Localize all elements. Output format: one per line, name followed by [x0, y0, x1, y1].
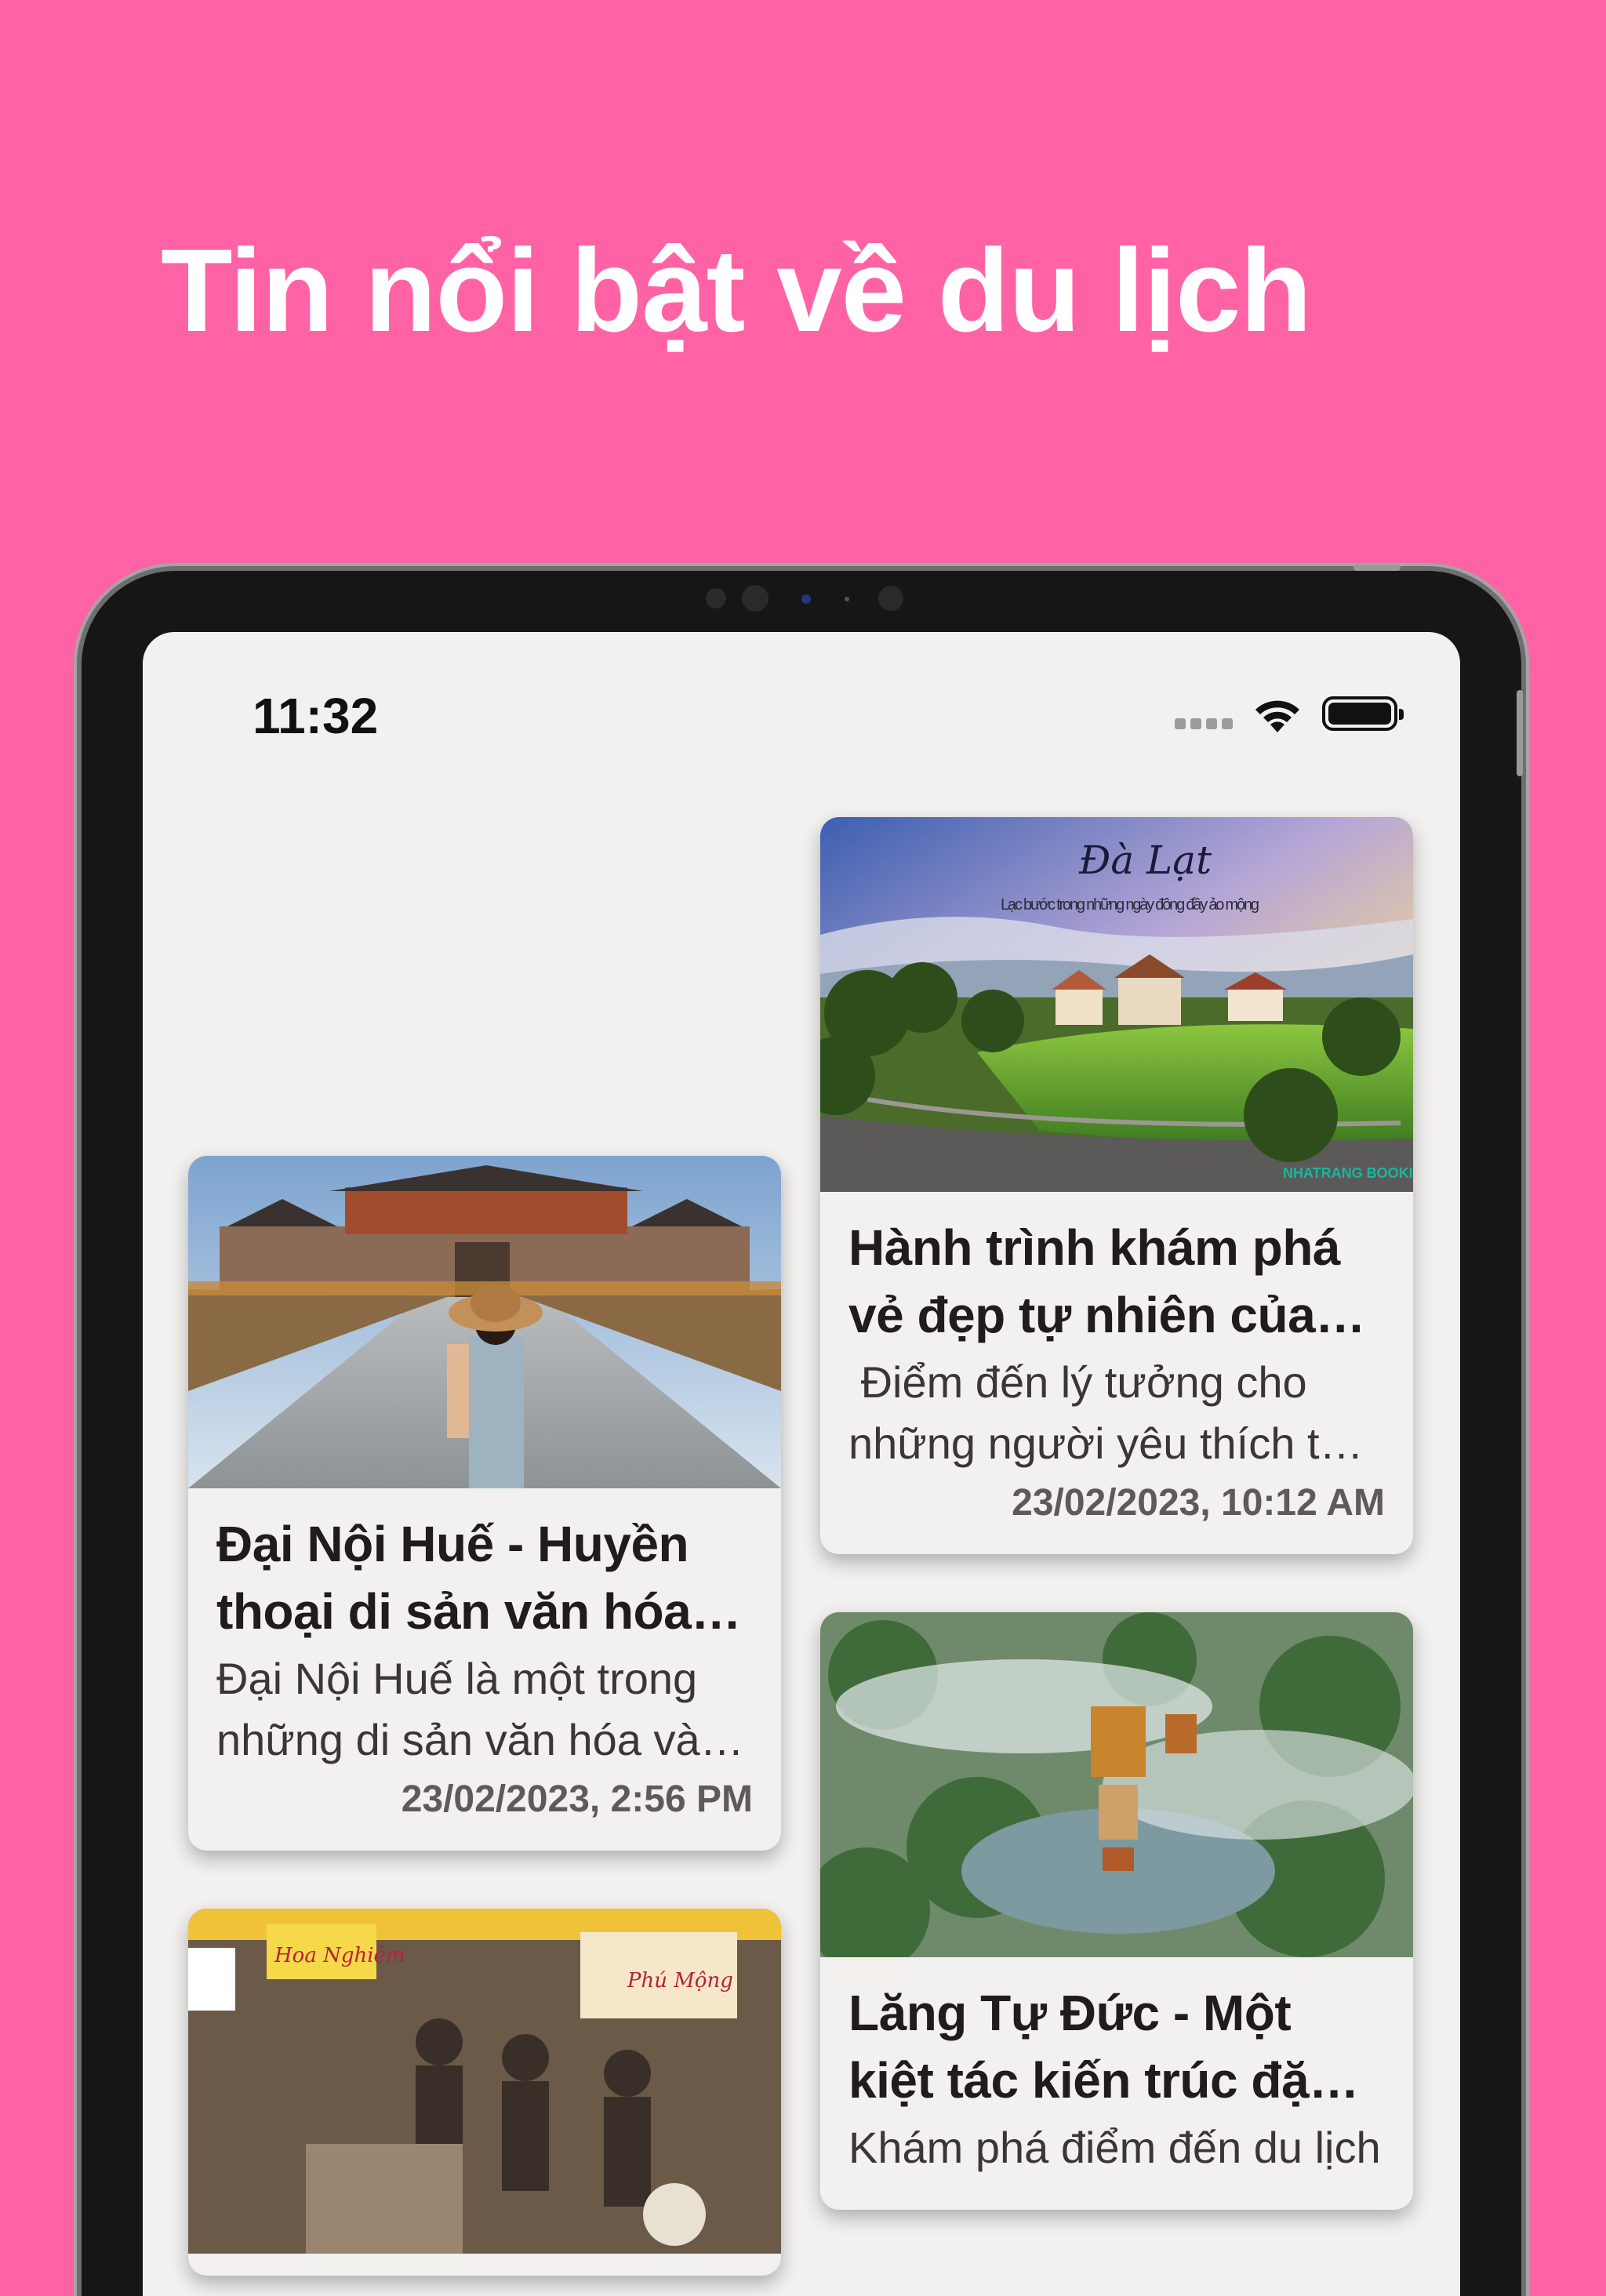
image-sign-text: Phú Mộng: [627, 1969, 733, 1993]
article-card-body: Hành trình khám phá vẻ đẹp tự nhiên của……: [820, 1192, 1413, 1554]
device-volume-button: [1517, 690, 1523, 776]
article-card-body: Lăng Tự Đức - Một kiệt tác kiến trúc đặ……: [820, 1957, 1413, 2210]
article-title: Lăng Tự Đức - Một kiệt tác kiến trúc đặ…: [848, 1985, 1359, 2109]
article-card-lang-tu-duc[interactable]: Lăng Tự Đức - Một kiệt tác kiến trúc đặ……: [820, 1612, 1413, 2210]
image-brand-mark: NHATRANG BOOKING: [1283, 1165, 1413, 1181]
battery-icon: [1322, 696, 1404, 731]
article-card-dalat[interactable]: Đà Lạt Lạc bước trong những ngày đông đầ…: [820, 817, 1413, 1554]
article-image-hue: [188, 1156, 781, 1488]
article-card-dai-noi-hue[interactable]: Đại Nội Huế - Huyền thoại di sản văn hóa…: [188, 1156, 781, 1851]
article-title: Hành trình khám phá vẻ đẹp tự nhiên của…: [848, 1219, 1365, 1343]
tu-duc-tomb-aerial-photo: [820, 1612, 1413, 1957]
sensor-dot-icon: [845, 597, 849, 601]
article-image-tu-duc: [820, 1612, 1413, 1957]
camera-dot-icon: [706, 588, 726, 609]
image-caption-title: Đà Lạt: [1078, 837, 1212, 883]
article-card-body: Đại Nội Huế - Huyền thoại di sản văn hóa…: [188, 1488, 781, 1851]
sensor-dot-icon: [801, 594, 811, 604]
article-image-dalat: Đà Lạt Lạc bước trong những ngày đông đầ…: [820, 817, 1413, 1192]
article-date: 23/02/2023, 10:12 AM: [1012, 1482, 1385, 1524]
status-time: 11:32: [253, 688, 379, 744]
dalat-landscape-photo: Đà Lạt Lạc bước trong những ngày đông đầ…: [820, 817, 1413, 1192]
tablet-device-frame: 11:32 Đà Lạt Lạc bước trong những ngày đ…: [82, 571, 1521, 2296]
image-sign-text: Hoa Nghiêm: [274, 1944, 405, 1967]
wifi-icon: [1255, 700, 1299, 732]
app-screen: 11:32 Đà Lạt Lạc bước trong những ngày đ…: [143, 632, 1460, 2296]
page-headline: Tin nổi bật về du lịch: [161, 224, 1312, 356]
article-date: [848, 2183, 1385, 2210]
article-card-body: [188, 2254, 781, 2276]
restaurant-photo: Hoa Nghiêm Phú Mộng: [188, 1909, 781, 2254]
article-title: Đại Nội Huế - Huyền thoại di sản văn hóa…: [216, 1516, 741, 1640]
article-date: 23/02/2023, 2:56 PM: [401, 1778, 753, 1820]
image-caption-subtitle: Lạc bước trong những ngày đông đầy ảo mộ…: [1001, 896, 1259, 914]
imperial-citadel-photo: [188, 1156, 781, 1488]
camera-lens-icon: [742, 585, 768, 612]
article-description: Khám phá điểm đến du lịch: [848, 2123, 1381, 2172]
device-side-button: [1353, 565, 1401, 571]
camera-dot-icon: [878, 586, 903, 611]
article-description: Đại Nội Huế là một trong những di sản vă…: [216, 1654, 744, 1764]
cellular-signal-icon: [1175, 718, 1233, 729]
article-image-restaurant: Hoa Nghiêm Phú Mộng: [188, 1909, 781, 2254]
article-card-restaurant[interactable]: Hoa Nghiêm Phú Mộng: [188, 1909, 781, 2276]
article-description: Điểm đến lý tưởng cho những người yêu th…: [848, 1357, 1364, 1468]
status-indicators: [1175, 693, 1404, 734]
